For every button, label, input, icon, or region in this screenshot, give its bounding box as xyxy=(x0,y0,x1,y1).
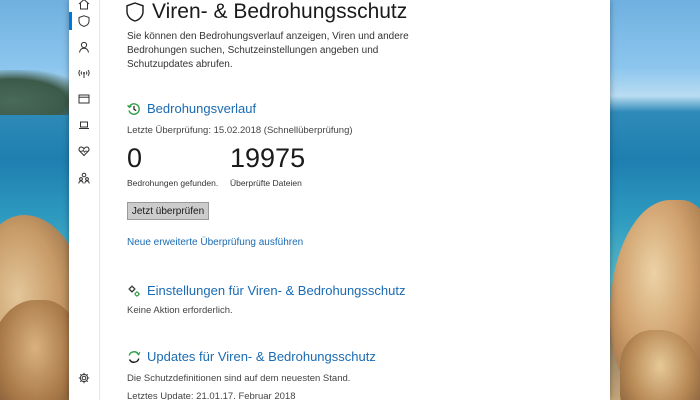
settings-status-text: Keine Aktion erforderlich. xyxy=(127,305,233,316)
wifi-icon xyxy=(78,69,90,78)
history-icon xyxy=(127,102,140,115)
page-description: Sie können den Bedrohungsverlauf anzeige… xyxy=(127,31,409,70)
background-rocks-left-lower xyxy=(0,300,80,400)
updates-status-text: Die Schutzdefinitionen sind auf dem neue… xyxy=(127,373,351,384)
page-title: Viren- & Bedrohungsschutz xyxy=(126,0,407,24)
scan-now-button[interactable]: Jetzt überprüfen xyxy=(127,202,209,220)
family-icon xyxy=(78,172,90,184)
defender-window: Viren- & Bedrohungsschutz Sie können den… xyxy=(69,0,610,400)
protection-settings-heading-text: Einstellungen für Viren- & Bedrohungssch… xyxy=(147,283,406,298)
protection-updates-heading[interactable]: Updates für Viren- & Bedrohungsschutz xyxy=(127,349,376,364)
advanced-scan-link[interactable]: Neue erweiterte Überprüfung ausführen xyxy=(127,237,303,248)
nav-item-device-security[interactable] xyxy=(69,113,99,137)
settings-gear-icon xyxy=(128,285,140,297)
nav-item-settings[interactable] xyxy=(69,366,99,390)
protection-settings-heading[interactable]: Einstellungen für Viren- & Bedrohungssch… xyxy=(127,283,405,298)
threat-history-heading-text: Bedrohungsverlauf xyxy=(147,101,257,116)
last-update-text: Letztes Update: 21.01.17. Februar 2018 xyxy=(127,391,296,400)
heart-icon xyxy=(78,146,90,157)
threats-count: 0 xyxy=(127,143,143,173)
last-scan-text: Letzte Überprüfung: 15.02.2018 (Schnellü… xyxy=(127,125,353,136)
files-label: Überprüfte Dateien xyxy=(230,178,302,188)
settings-icon xyxy=(78,372,90,384)
protection-updates-heading-text: Updates für Viren- & Bedrohungsschutz xyxy=(147,349,376,364)
laptop-icon xyxy=(79,121,89,129)
nav-item-account[interactable] xyxy=(69,35,99,59)
nav-rail xyxy=(69,0,100,400)
shield-icon xyxy=(78,15,90,27)
files-count: 19975 xyxy=(230,143,306,173)
nav-item-network[interactable] xyxy=(69,61,99,85)
app-window-icon xyxy=(78,94,90,104)
threat-history-heading[interactable]: Bedrohungsverlauf xyxy=(127,101,256,116)
nav-item-virus-protection[interactable] xyxy=(69,9,99,33)
threats-label: Bedrohungen gefunden. xyxy=(127,178,219,188)
page-title-text: Viren- & Bedrohungsschutz xyxy=(152,0,408,23)
person-icon xyxy=(79,41,89,53)
update-refresh-icon xyxy=(128,350,141,363)
nav-item-device-health[interactable] xyxy=(69,139,99,163)
nav-item-app-browser[interactable] xyxy=(69,87,99,111)
shield-icon xyxy=(126,2,144,22)
nav-item-family-options[interactable] xyxy=(69,166,99,190)
